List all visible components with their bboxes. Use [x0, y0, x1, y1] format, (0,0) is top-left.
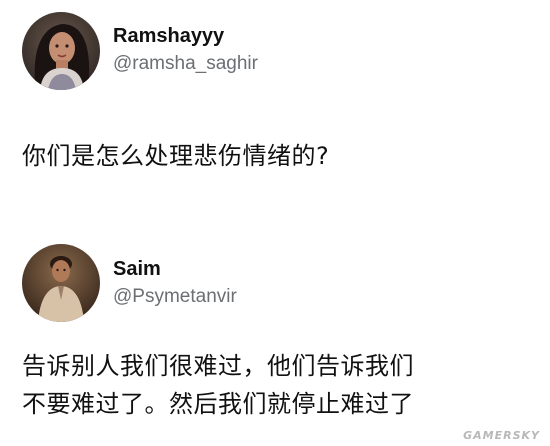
avatar-photo-icon [22, 12, 100, 90]
post-text-line: 告诉别人我们很难过，他们告诉我们 [22, 352, 414, 380]
watermark: GAMERSKY [463, 429, 540, 442]
avatar-photo-icon [22, 244, 100, 322]
avatar[interactable] [22, 12, 100, 90]
post-text-line: 你们是怎么处理悲伤情绪的? [22, 142, 330, 170]
avatar[interactable] [22, 244, 100, 322]
post-text: 告诉别人我们很难过，他们告诉我们 不要难过了。然后我们就停止难过了 [22, 347, 532, 423]
user-handle[interactable]: @Psymetanvir [113, 286, 237, 308]
user-handle[interactable]: @ramsha_saghir [113, 53, 258, 75]
display-name[interactable]: Ramshayyy [113, 25, 224, 48]
post-text-line: 不要难过了。然后我们就停止难过了 [22, 390, 414, 418]
display-name[interactable]: Saim [113, 258, 161, 281]
post-text: 你们是怎么处理悲伤情绪的? [22, 137, 532, 175]
